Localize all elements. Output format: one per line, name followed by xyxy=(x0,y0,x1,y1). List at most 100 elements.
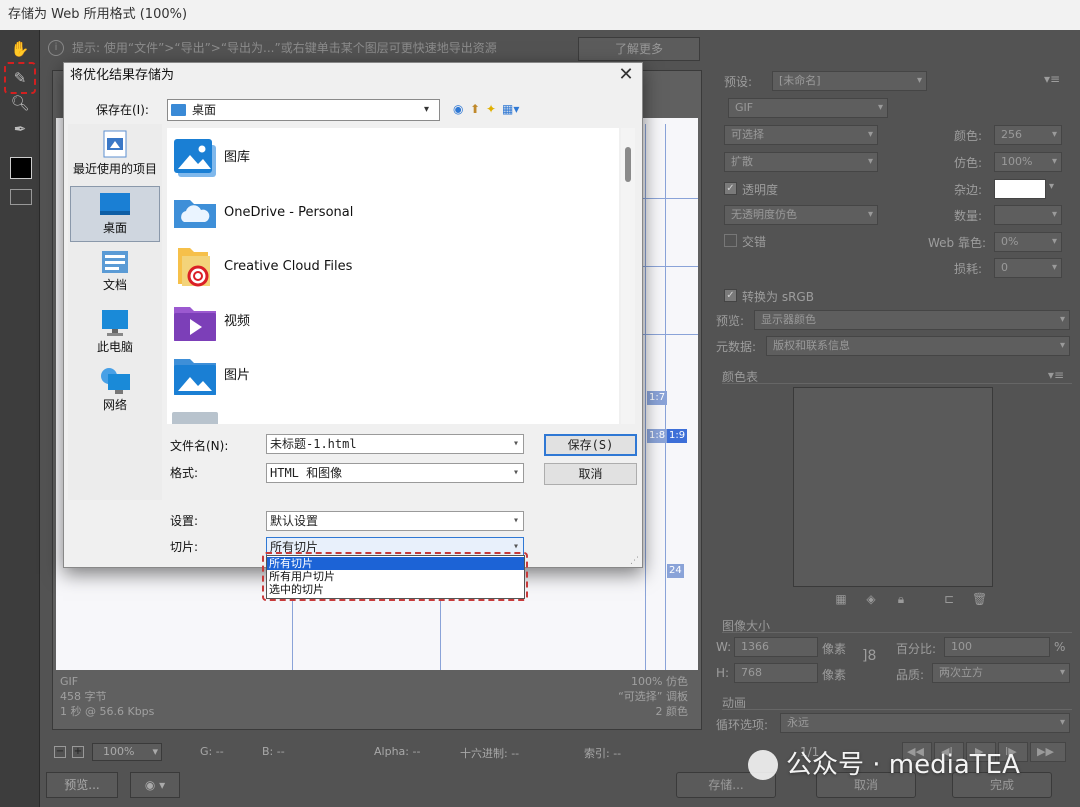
chevron-down-icon: ▾ xyxy=(159,778,166,792)
chevron-down-icon: ▾ xyxy=(1051,209,1057,220)
chevron-down-icon: ▾ xyxy=(512,467,519,478)
zoom-select[interactable]: 100% ▾ xyxy=(92,743,162,761)
place-label: 文档 xyxy=(102,278,127,292)
place-label: 此电脑 xyxy=(96,340,133,354)
loop-select[interactable]: 永远 ▾ xyxy=(780,713,1070,733)
preview-value: 显示器颜色 xyxy=(761,313,816,326)
trans-dither-value: 无透明度仿色 xyxy=(731,208,797,221)
learn-more-button[interactable]: 了解更多 xyxy=(578,37,700,61)
file-item[interactable]: Creative Cloud Files xyxy=(172,244,472,294)
percent-label: 百分比: xyxy=(896,642,937,656)
info-colors: 2 颜色 xyxy=(655,705,689,718)
width-input[interactable]: 1366 xyxy=(734,637,818,657)
quality-label: 品质: xyxy=(896,668,925,682)
metadata-select[interactable]: 版权和联系信息 ▾ xyxy=(766,336,1070,356)
format-select[interactable]: HTML 和图像 ▾ xyxy=(266,463,524,483)
width-unit: 像素 xyxy=(822,642,847,656)
dither-value: 100% xyxy=(1001,155,1033,168)
zoom-tool-icon[interactable]: 🔍︎ xyxy=(8,92,32,114)
save-in-select[interactable]: 桌面 xyxy=(167,99,440,121)
format-select[interactable]: GIF ▾ xyxy=(728,98,888,118)
web-snap-select[interactable]: 0% ▾ xyxy=(994,232,1062,252)
toggle-slices-visibility-icon[interactable] xyxy=(10,189,32,205)
colors-label: 颜色: xyxy=(954,129,983,143)
file-item[interactable]: 图库 xyxy=(172,135,472,185)
filename-input[interactable]: 未标题-1.html ▾ xyxy=(266,434,524,454)
chevron-down-icon[interactable]: ▾ xyxy=(1049,181,1054,192)
dialog-save-button[interactable]: 保存(S) xyxy=(544,434,637,456)
up-folder-icon[interactable]: ⬆ xyxy=(470,101,480,117)
height-value: 768 xyxy=(741,666,762,679)
file-item[interactable]: OneDrive - Personal xyxy=(172,190,472,240)
place-desktop[interactable]: 桌面 xyxy=(70,186,160,242)
lossy-select[interactable]: 0 ▾ xyxy=(994,258,1062,278)
lock-color-icon[interactable]: 🔒︎ xyxy=(894,592,908,606)
info-dither: 100% 仿色 xyxy=(631,675,688,688)
slice-select-tool-icon[interactable]: ✎ xyxy=(8,67,32,89)
zoom-in-icon[interactable]: + xyxy=(72,746,84,758)
hand-tool-icon[interactable]: ✋ xyxy=(8,38,32,60)
slice-tag[interactable]: 1:8 xyxy=(647,429,668,443)
chevron-down-icon: ▾ xyxy=(1051,129,1057,140)
width-label: W: xyxy=(716,640,732,654)
file-item[interactable]: 视频 xyxy=(172,299,472,349)
preview-label: 预览: xyxy=(716,314,745,328)
save-in-value: 桌面 xyxy=(192,103,217,117)
color-table-header: 颜色表 ▾≡ xyxy=(722,368,1072,384)
dither-select[interactable]: 100% ▾ xyxy=(994,152,1062,172)
zoom-out-icon[interactable]: − xyxy=(54,746,66,758)
new-color-icon[interactable]: ⊏ xyxy=(942,592,956,606)
documents-icon xyxy=(102,251,128,273)
link-proportions-icon[interactable]: ]8 xyxy=(862,648,876,664)
chevron-down-icon: ▾ xyxy=(512,438,519,449)
format-label: 格式: xyxy=(170,466,199,480)
eyedropper-tool-icon[interactable]: ✒ xyxy=(8,118,32,140)
eyedropper-color-swatch[interactable] xyxy=(10,157,32,179)
dialog-cancel-button[interactable]: 取消 xyxy=(544,463,637,485)
color-table[interactable] xyxy=(793,387,993,587)
chevron-down-icon: ▾ xyxy=(1059,340,1065,351)
percent-input[interactable]: 100 xyxy=(944,637,1050,657)
transparency-checkbox[interactable]: ✓ xyxy=(724,182,737,195)
slice-tag[interactable]: 24 xyxy=(667,564,684,578)
panel-menu-icon[interactable]: ▾≡ xyxy=(1048,368,1064,382)
web-shift-icon[interactable]: ◈ xyxy=(864,592,878,606)
browser-select-button[interactable]: ◉ ▾ xyxy=(130,772,180,798)
settings-select[interactable]: 默认设置 ▾ xyxy=(266,511,524,531)
close-icon[interactable]: ✕ xyxy=(614,64,638,88)
convert-srgb-checkbox[interactable]: ✓ xyxy=(724,289,737,302)
preset-select[interactable]: [未命名] ▾ xyxy=(772,71,927,91)
preview-select[interactable]: 显示器颜色 ▾ xyxy=(754,310,1070,330)
chevron-down-icon: ▾ xyxy=(152,745,158,758)
lossy-label: 损耗: xyxy=(954,262,983,276)
filename-value: 未标题-1.html xyxy=(270,437,357,451)
new-folder-icon[interactable]: ✦ xyxy=(486,101,496,117)
panel-menu-icon[interactable]: ▾≡ xyxy=(1044,72,1060,86)
matte-color-swatch[interactable] xyxy=(994,179,1046,199)
back-icon[interactable]: ◉ xyxy=(453,101,463,117)
amount-select[interactable]: ▾ xyxy=(994,205,1062,225)
place-documents[interactable]: 文档 xyxy=(70,248,160,302)
height-input[interactable]: 768 xyxy=(734,663,818,683)
map-transparency-icon[interactable]: ▦ xyxy=(834,592,848,606)
colors-select[interactable]: 256 ▾ xyxy=(994,125,1062,145)
scrollbar-thumb[interactable] xyxy=(625,147,631,182)
view-menu-icon[interactable]: ▦▾ xyxy=(502,101,519,117)
color-reduction-select[interactable]: 可选择 ▾ xyxy=(724,125,878,145)
interlaced-checkbox[interactable] xyxy=(724,234,737,247)
dither-algorithm-select[interactable]: 扩散 ▾ xyxy=(724,152,878,172)
preview-in-browser-button[interactable]: 预览... xyxy=(46,772,118,798)
quality-select[interactable]: 两次立方 ▾ xyxy=(932,663,1070,683)
place-network[interactable]: 网络 xyxy=(70,366,160,420)
resize-grip-icon[interactable]: ⋰ xyxy=(630,556,639,566)
slice-tag[interactable]: 1:7 xyxy=(647,391,668,405)
slice-boundary xyxy=(645,124,646,670)
transparency-dither-select[interactable]: 无透明度仿色 ▾ xyxy=(724,205,878,225)
file-item[interactable]: 图片 xyxy=(172,353,472,403)
status-index: 索引: -- xyxy=(584,747,622,760)
image-size-header: 图像大小 xyxy=(722,617,1072,633)
place-this-pc[interactable]: 此电脑 xyxy=(70,308,160,362)
place-recent[interactable]: 最近使用的项目 xyxy=(70,128,160,184)
slice-tag-selected[interactable]: 1:9 xyxy=(667,429,688,443)
trash-icon[interactable]: 🗑︎ xyxy=(972,592,987,606)
